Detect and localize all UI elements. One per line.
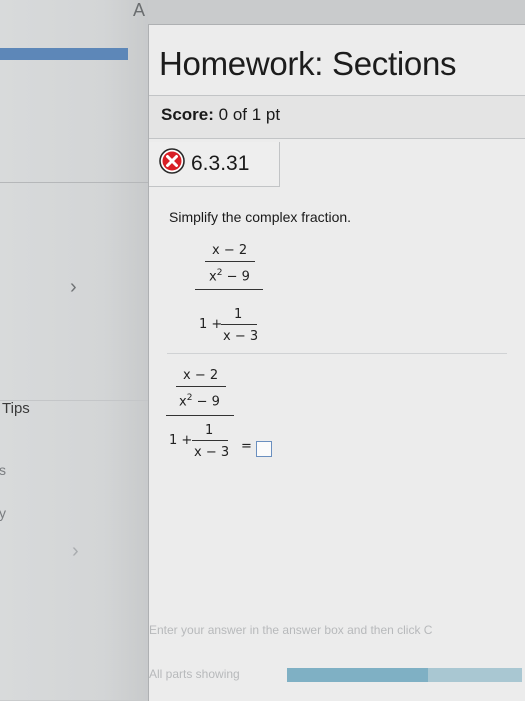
sidebar-item-tips[interactable]: Tips [2,400,30,417]
incorrect-x-icon [159,148,185,174]
homework-panel: Homework: Sections Score: 0 of 1 pt 6.3.… [148,24,525,701]
question-instruction: Simplify the complex fraction. [169,209,352,225]
progress-bar [287,668,522,682]
math-inner-denominator: x − 3 [223,329,259,344]
main-fraction-bar [195,289,263,290]
math-denominator-lead: 1 + [169,433,193,448]
section-divider [167,353,507,354]
fraction-bar [205,261,255,262]
math-rest: − 9 [192,394,220,410]
sidebar-item-fragment: s [0,462,6,478]
answer-input[interactable] [256,441,272,457]
score-label: Score: [161,105,214,124]
math-numerator-top: x − 2 [212,243,248,258]
chevron-right-icon[interactable]: › [70,276,77,299]
equals-sign: = [241,439,252,454]
sidebar-divider [0,182,148,183]
chevron-right-icon[interactable]: › [72,540,79,563]
score-value: 0 of 1 pt [218,105,281,124]
fraction-bar [192,440,228,441]
math-base: x [209,269,217,285]
question-number: 6.3.31 [191,152,250,175]
progress-fill [287,668,428,682]
math-rest: − 9 [222,269,250,285]
score-display: Score: 0 of 1 pt [161,105,280,125]
math-inner-numerator: 1 [205,423,214,438]
math-inner-numerator: 1 [234,307,243,322]
fraction-bar [176,386,226,387]
fraction-bar [221,324,257,325]
math-numerator-bottom: x2 − 9 [209,268,250,284]
math-inner-denominator: x − 3 [194,445,230,460]
sidebar-active-strip [0,48,128,60]
math-denominator-lead: 1 + [199,317,223,332]
main-fraction-bar [166,415,234,416]
answer-instruction: Enter your answer in the answer box and … [149,623,433,637]
all-parts-label: All parts showing [149,667,240,681]
math-base: x [179,394,187,410]
left-sidebar: › Tips s y › [0,0,148,700]
page-title: Homework: Sections [159,45,457,82]
browser-tab-label[interactable]: A [133,0,145,21]
math-numerator-top: x − 2 [183,368,219,383]
sidebar-item-fragment: y [0,505,6,521]
math-numerator-bottom: x2 − 9 [179,393,220,409]
